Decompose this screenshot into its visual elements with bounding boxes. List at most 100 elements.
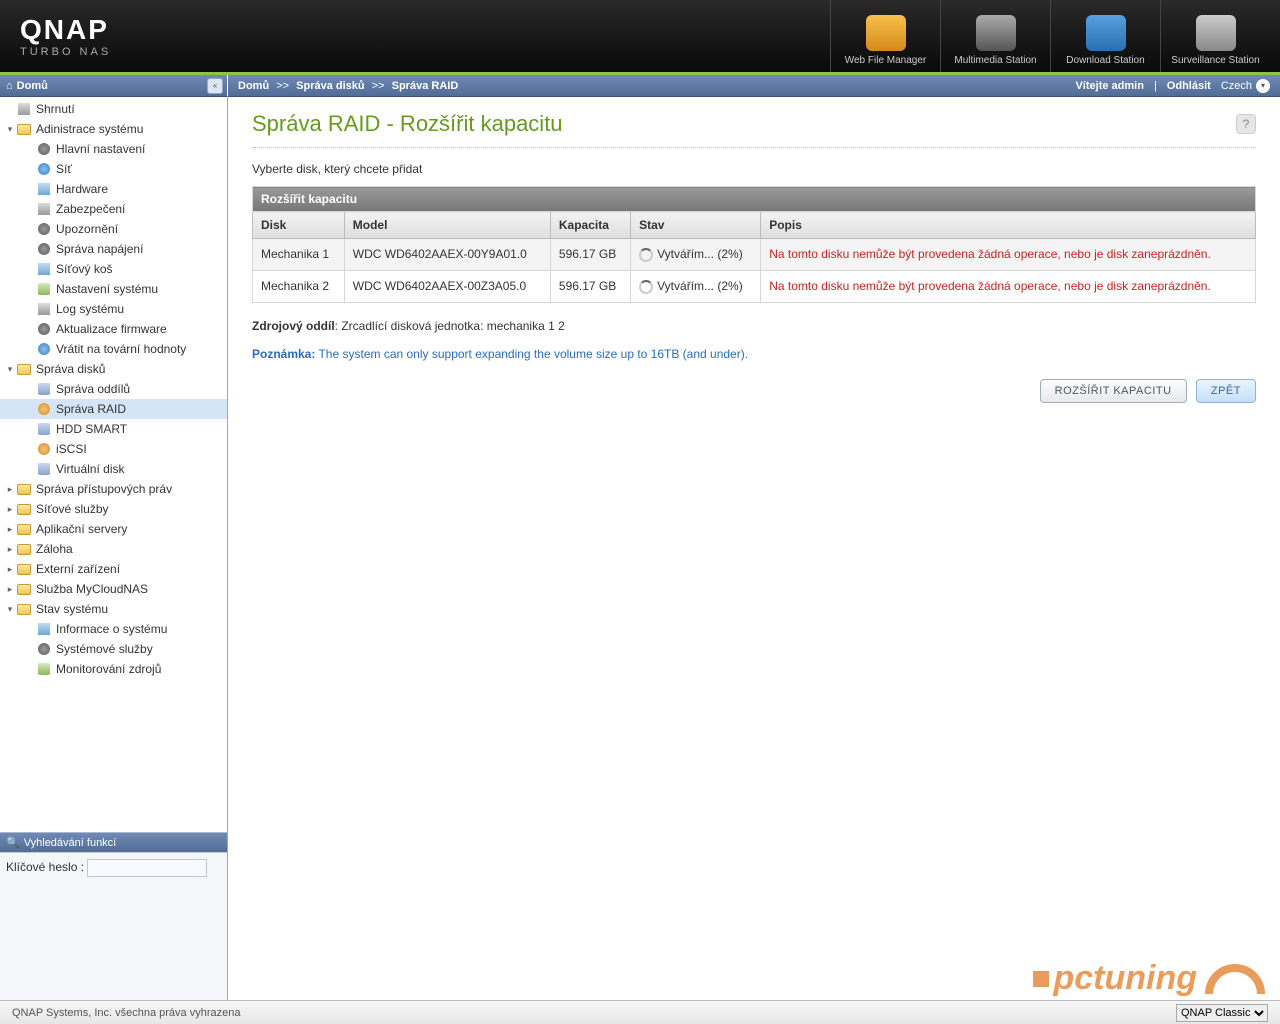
- tree-item[interactable]: Správa oddílů: [0, 379, 227, 399]
- cell-capacity: 596.17 GB: [550, 270, 630, 302]
- main-content: Správa RAID - Rozšířit kapacitu ? Vybert…: [228, 97, 1280, 1022]
- search-header-label: Vyhledávání funkcí: [24, 837, 117, 849]
- tree-node-icon: [36, 221, 52, 237]
- tree-item[interactable]: Hardware: [0, 179, 227, 199]
- search-input[interactable]: [87, 859, 207, 877]
- breadcrumb-bar: Domů >> Správa disků >> Správa RAID Víte…: [228, 75, 1280, 97]
- chevron-down-icon: ▾: [1256, 79, 1270, 93]
- tree-item[interactable]: Správa RAID: [0, 399, 227, 419]
- tree-item[interactable]: iSCSI: [0, 439, 227, 459]
- tree-item[interactable]: Zabezpečení: [0, 199, 227, 219]
- home-icon: ⌂: [6, 80, 13, 92]
- header-shortcuts: Web File ManagerMultimedia StationDownlo…: [830, 0, 1270, 72]
- tree-item[interactable]: ▾Správa disků: [0, 359, 227, 379]
- tree-item[interactable]: ▸Externí zařízení: [0, 559, 227, 579]
- breadcrumb-sep: >>: [276, 80, 289, 92]
- tree-expander-icon: ▸: [4, 504, 16, 515]
- tree-item[interactable]: Síťový koš: [0, 259, 227, 279]
- header-shortcut[interactable]: Multimedia Station: [940, 0, 1050, 72]
- help-icon[interactable]: ?: [1236, 114, 1256, 134]
- shortcut-label: Surveillance Station: [1171, 55, 1259, 66]
- brand-name: QNAP: [20, 14, 111, 46]
- tree-item[interactable]: Virtuální disk: [0, 459, 227, 479]
- theme-selector[interactable]: QNAP Classic: [1176, 1004, 1268, 1022]
- tree-item[interactable]: Hlavní nastavení: [0, 139, 227, 159]
- tree-item-label: Vrátit na tovární hodnoty: [56, 342, 186, 356]
- header-shortcut[interactable]: Download Station: [1050, 0, 1160, 72]
- breadcrumb-item[interactable]: Správa disků: [296, 80, 364, 92]
- tree-node-icon: [36, 261, 52, 277]
- tree-item[interactable]: Log systému: [0, 299, 227, 319]
- brand-sub: TURBO NAS: [20, 46, 111, 58]
- expand-capacity-button[interactable]: ROZŠÍŘIT KAPACITU: [1040, 379, 1187, 403]
- shortcut-icon: [976, 15, 1016, 51]
- tree-item[interactable]: Síť: [0, 159, 227, 179]
- tree-item[interactable]: Nastavení systému: [0, 279, 227, 299]
- tree-item[interactable]: ▸Síťové služby: [0, 499, 227, 519]
- tree-item-label: Síťový koš: [56, 262, 113, 276]
- tree-node-icon: [16, 521, 32, 537]
- breadcrumb-item[interactable]: Domů: [238, 80, 269, 92]
- table-row[interactable]: Mechanika 2 WDC WD6402AAEX-00Z3A05.0 596…: [253, 270, 1256, 302]
- sidebar-home-label[interactable]: Domů: [17, 80, 48, 92]
- tree-item-label: Zabezpečení: [56, 202, 125, 216]
- note-body: The system can only support expanding th…: [315, 347, 748, 361]
- tree-item[interactable]: Informace o systému: [0, 619, 227, 639]
- language-selector[interactable]: Czech ▾: [1221, 79, 1270, 93]
- user-bar: Vítejte admin | Odhlásit Czech ▾: [1075, 79, 1270, 93]
- shortcut-icon: [1196, 15, 1236, 51]
- search-icon: 🔍: [6, 836, 20, 849]
- header-shortcut[interactable]: Surveillance Station: [1160, 0, 1270, 72]
- tree-item[interactable]: Monitorování zdrojů: [0, 659, 227, 679]
- tree-item-label: Správa napájení: [56, 242, 143, 256]
- table-header-cell: Kapacita: [550, 212, 630, 239]
- tree-node-icon: [36, 201, 52, 217]
- table-header-cell: Stav: [631, 212, 761, 239]
- tree-item[interactable]: ▸Služba MyCloudNAS: [0, 579, 227, 599]
- tree-node-icon: [36, 401, 52, 417]
- tree-item-label: Správa RAID: [56, 402, 126, 416]
- tree-item-label: Monitorování zdrojů: [56, 662, 161, 676]
- logout-link[interactable]: Odhlásit: [1167, 80, 1211, 92]
- tree-item[interactable]: HDD SMART: [0, 419, 227, 439]
- tree-expander-icon: ▾: [4, 124, 16, 135]
- tree-item[interactable]: ▸Správa přístupových práv: [0, 479, 227, 499]
- tree-node-icon: [16, 581, 32, 597]
- button-row: ROZŠÍŘIT KAPACITU ZPĚT: [252, 379, 1256, 403]
- tree-item-label: HDD SMART: [56, 422, 127, 436]
- tree-item[interactable]: Shrnutí: [0, 99, 227, 119]
- tree-item[interactable]: ▸Aplikační servery: [0, 519, 227, 539]
- header-shortcut[interactable]: Web File Manager: [830, 0, 940, 72]
- tree-item[interactable]: Aktualizace firmware: [0, 319, 227, 339]
- footer: QNAP Systems, Inc. všechna práva vyhraze…: [0, 1000, 1280, 1024]
- sidebar: Shrnutí▾Adinistrace systémuHlavní nastav…: [0, 97, 228, 1022]
- table-caption: Rozšířit kapacitu: [253, 187, 1256, 212]
- cell-status: Vytvářím... (2%): [631, 270, 761, 302]
- tree-item-label: Síť: [56, 162, 72, 176]
- tree-node-icon: [36, 461, 52, 477]
- source-value: : Zrcadlící disková jednotka: mechanika …: [335, 319, 565, 333]
- tree-item-label: Aplikační servery: [36, 522, 127, 536]
- tree-item[interactable]: ▸Záloha: [0, 539, 227, 559]
- tree-item[interactable]: Systémové služby: [0, 639, 227, 659]
- tree-item-label: Nastavení systému: [56, 282, 158, 296]
- sidebar-collapse-button[interactable]: «: [207, 78, 223, 94]
- note-text: Poznámka: The system can only support ex…: [252, 347, 1256, 361]
- tree-expander-icon: ▾: [4, 604, 16, 615]
- sidebar-header: ⌂ Domů «: [0, 75, 228, 97]
- tree-node-icon: [36, 301, 52, 317]
- tree-node-icon: [36, 141, 52, 157]
- tree-item[interactable]: ▾Stav systému: [0, 599, 227, 619]
- tree-item[interactable]: Správa napájení: [0, 239, 227, 259]
- breadcrumb-item[interactable]: Správa RAID: [392, 80, 459, 92]
- note-label: Poznámka:: [252, 347, 315, 361]
- back-button[interactable]: ZPĚT: [1196, 379, 1256, 403]
- nav-tree: Shrnutí▾Adinistrace systémuHlavní nastav…: [0, 97, 227, 832]
- table-row[interactable]: Mechanika 1 WDC WD6402AAEX-00Y9A01.0 596…: [253, 239, 1256, 271]
- tree-item[interactable]: Vrátit na tovární hodnoty: [0, 339, 227, 359]
- tree-node-icon: [36, 281, 52, 297]
- tree-item[interactable]: Upozornění: [0, 219, 227, 239]
- tree-item-label: iSCSI: [56, 442, 87, 456]
- tree-node-icon: [16, 601, 32, 617]
- tree-item[interactable]: ▾Adinistrace systému: [0, 119, 227, 139]
